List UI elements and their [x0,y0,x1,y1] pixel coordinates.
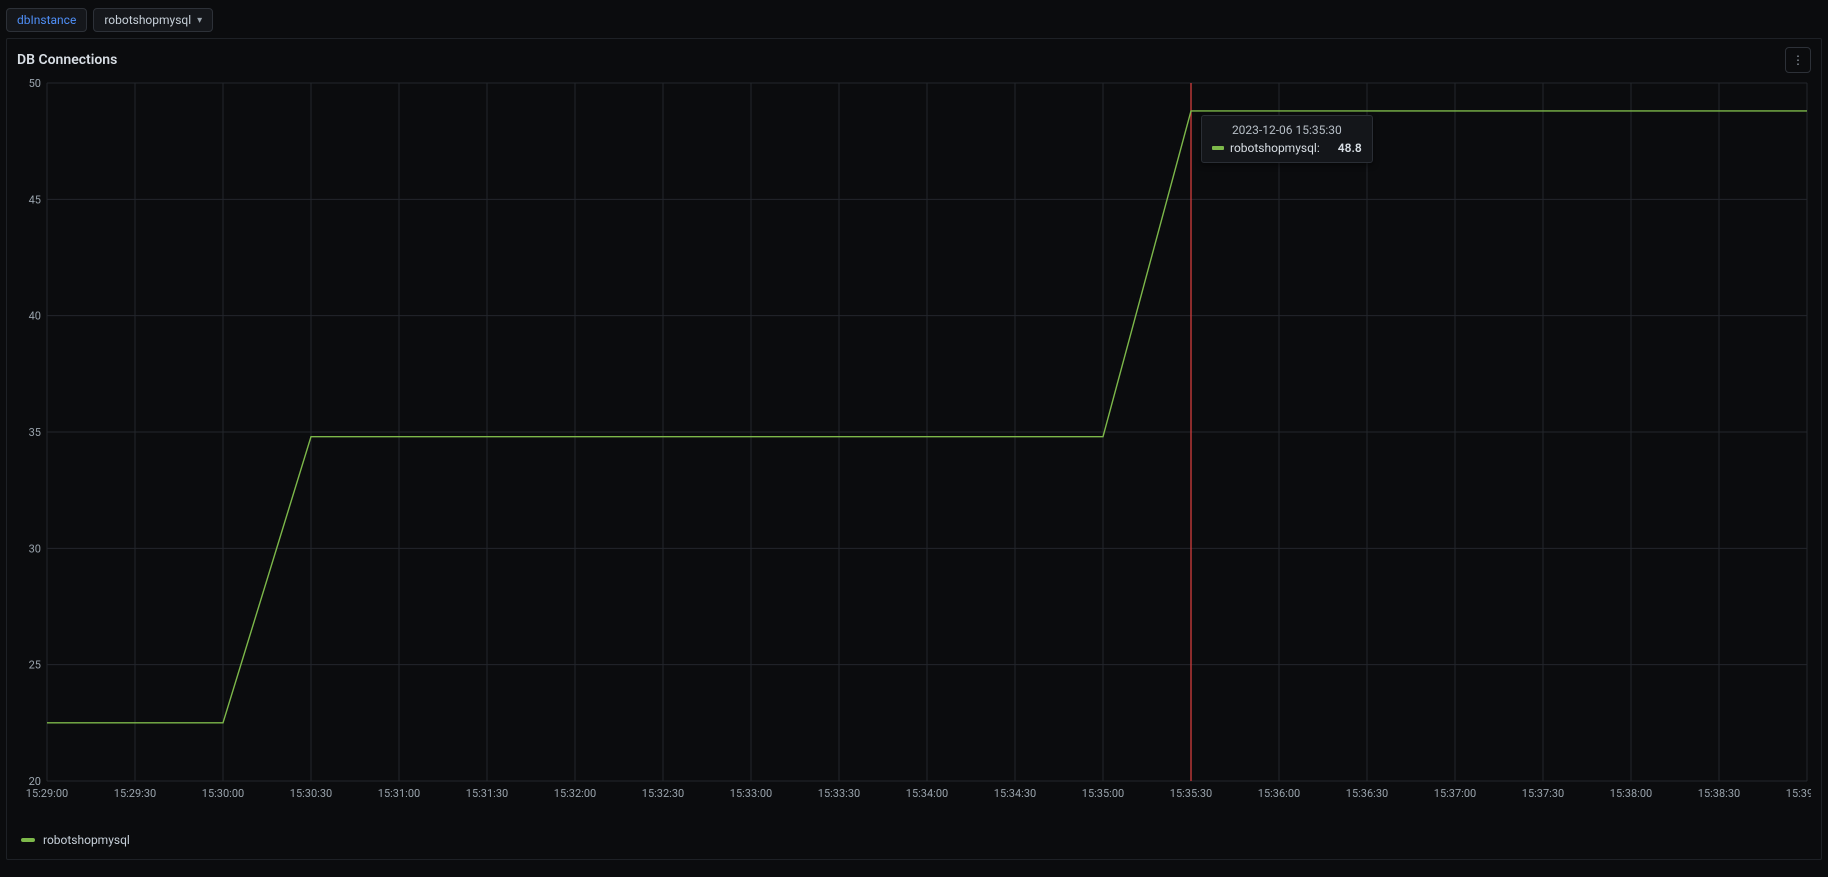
panel-menu-button[interactable]: ⋮ [1785,47,1811,73]
svg-text:15:38:30: 15:38:30 [1698,787,1740,800]
filter-key-pill[interactable]: dbInstance [6,8,87,32]
filter-key: dbInstance [17,13,76,27]
svg-text:35: 35 [29,426,41,439]
svg-text:15:35:00: 15:35:00 [1082,787,1124,800]
chevron-down-icon: ▾ [197,15,202,26]
svg-text:15:37:30: 15:37:30 [1522,787,1564,800]
svg-text:15:29:00: 15:29:00 [26,787,68,800]
filter-value: robotshopmysql [104,13,191,27]
svg-text:15:30:30: 15:30:30 [290,787,332,800]
svg-text:45: 45 [29,193,41,206]
svg-text:15:30:00: 15:30:00 [202,787,244,800]
svg-text:15:36:00: 15:36:00 [1258,787,1300,800]
svg-text:15:29:30: 15:29:30 [114,787,156,800]
svg-text:15:31:30: 15:31:30 [466,787,508,800]
panel-title: DB Connections [17,52,117,68]
svg-text:15:33:30: 15:33:30 [818,787,860,800]
svg-text:40: 40 [29,310,41,323]
svg-text:15:37:00: 15:37:00 [1434,787,1476,800]
chart-legend[interactable]: robotshopmysql [21,833,130,847]
svg-text:25: 25 [29,659,41,672]
svg-text:15:31:00: 15:31:00 [378,787,420,800]
svg-text:15:32:30: 15:32:30 [642,787,684,800]
legend-label: robotshopmysql [43,833,130,847]
chart-panel: DB Connections ⋮ 2025303540455015:29:001… [6,38,1822,860]
kebab-icon: ⋮ [1792,53,1804,67]
svg-text:15:39:00: 15:39:00 [1786,787,1811,800]
svg-text:15:36:30: 15:36:30 [1346,787,1388,800]
svg-text:30: 30 [29,542,41,555]
svg-text:15:34:00: 15:34:00 [906,787,948,800]
svg-text:15:38:00: 15:38:00 [1610,787,1652,800]
svg-text:15:35:30: 15:35:30 [1170,787,1212,800]
svg-text:15:32:00: 15:32:00 [554,787,596,800]
chart-area[interactable]: 2025303540455015:29:0015:29:3015:30:0015… [17,77,1811,805]
svg-text:50: 50 [29,77,41,90]
legend-swatch [21,838,35,842]
svg-text:15:33:00: 15:33:00 [730,787,772,800]
filter-value-dropdown[interactable]: robotshopmysql ▾ [93,8,213,32]
svg-text:15:34:30: 15:34:30 [994,787,1036,800]
